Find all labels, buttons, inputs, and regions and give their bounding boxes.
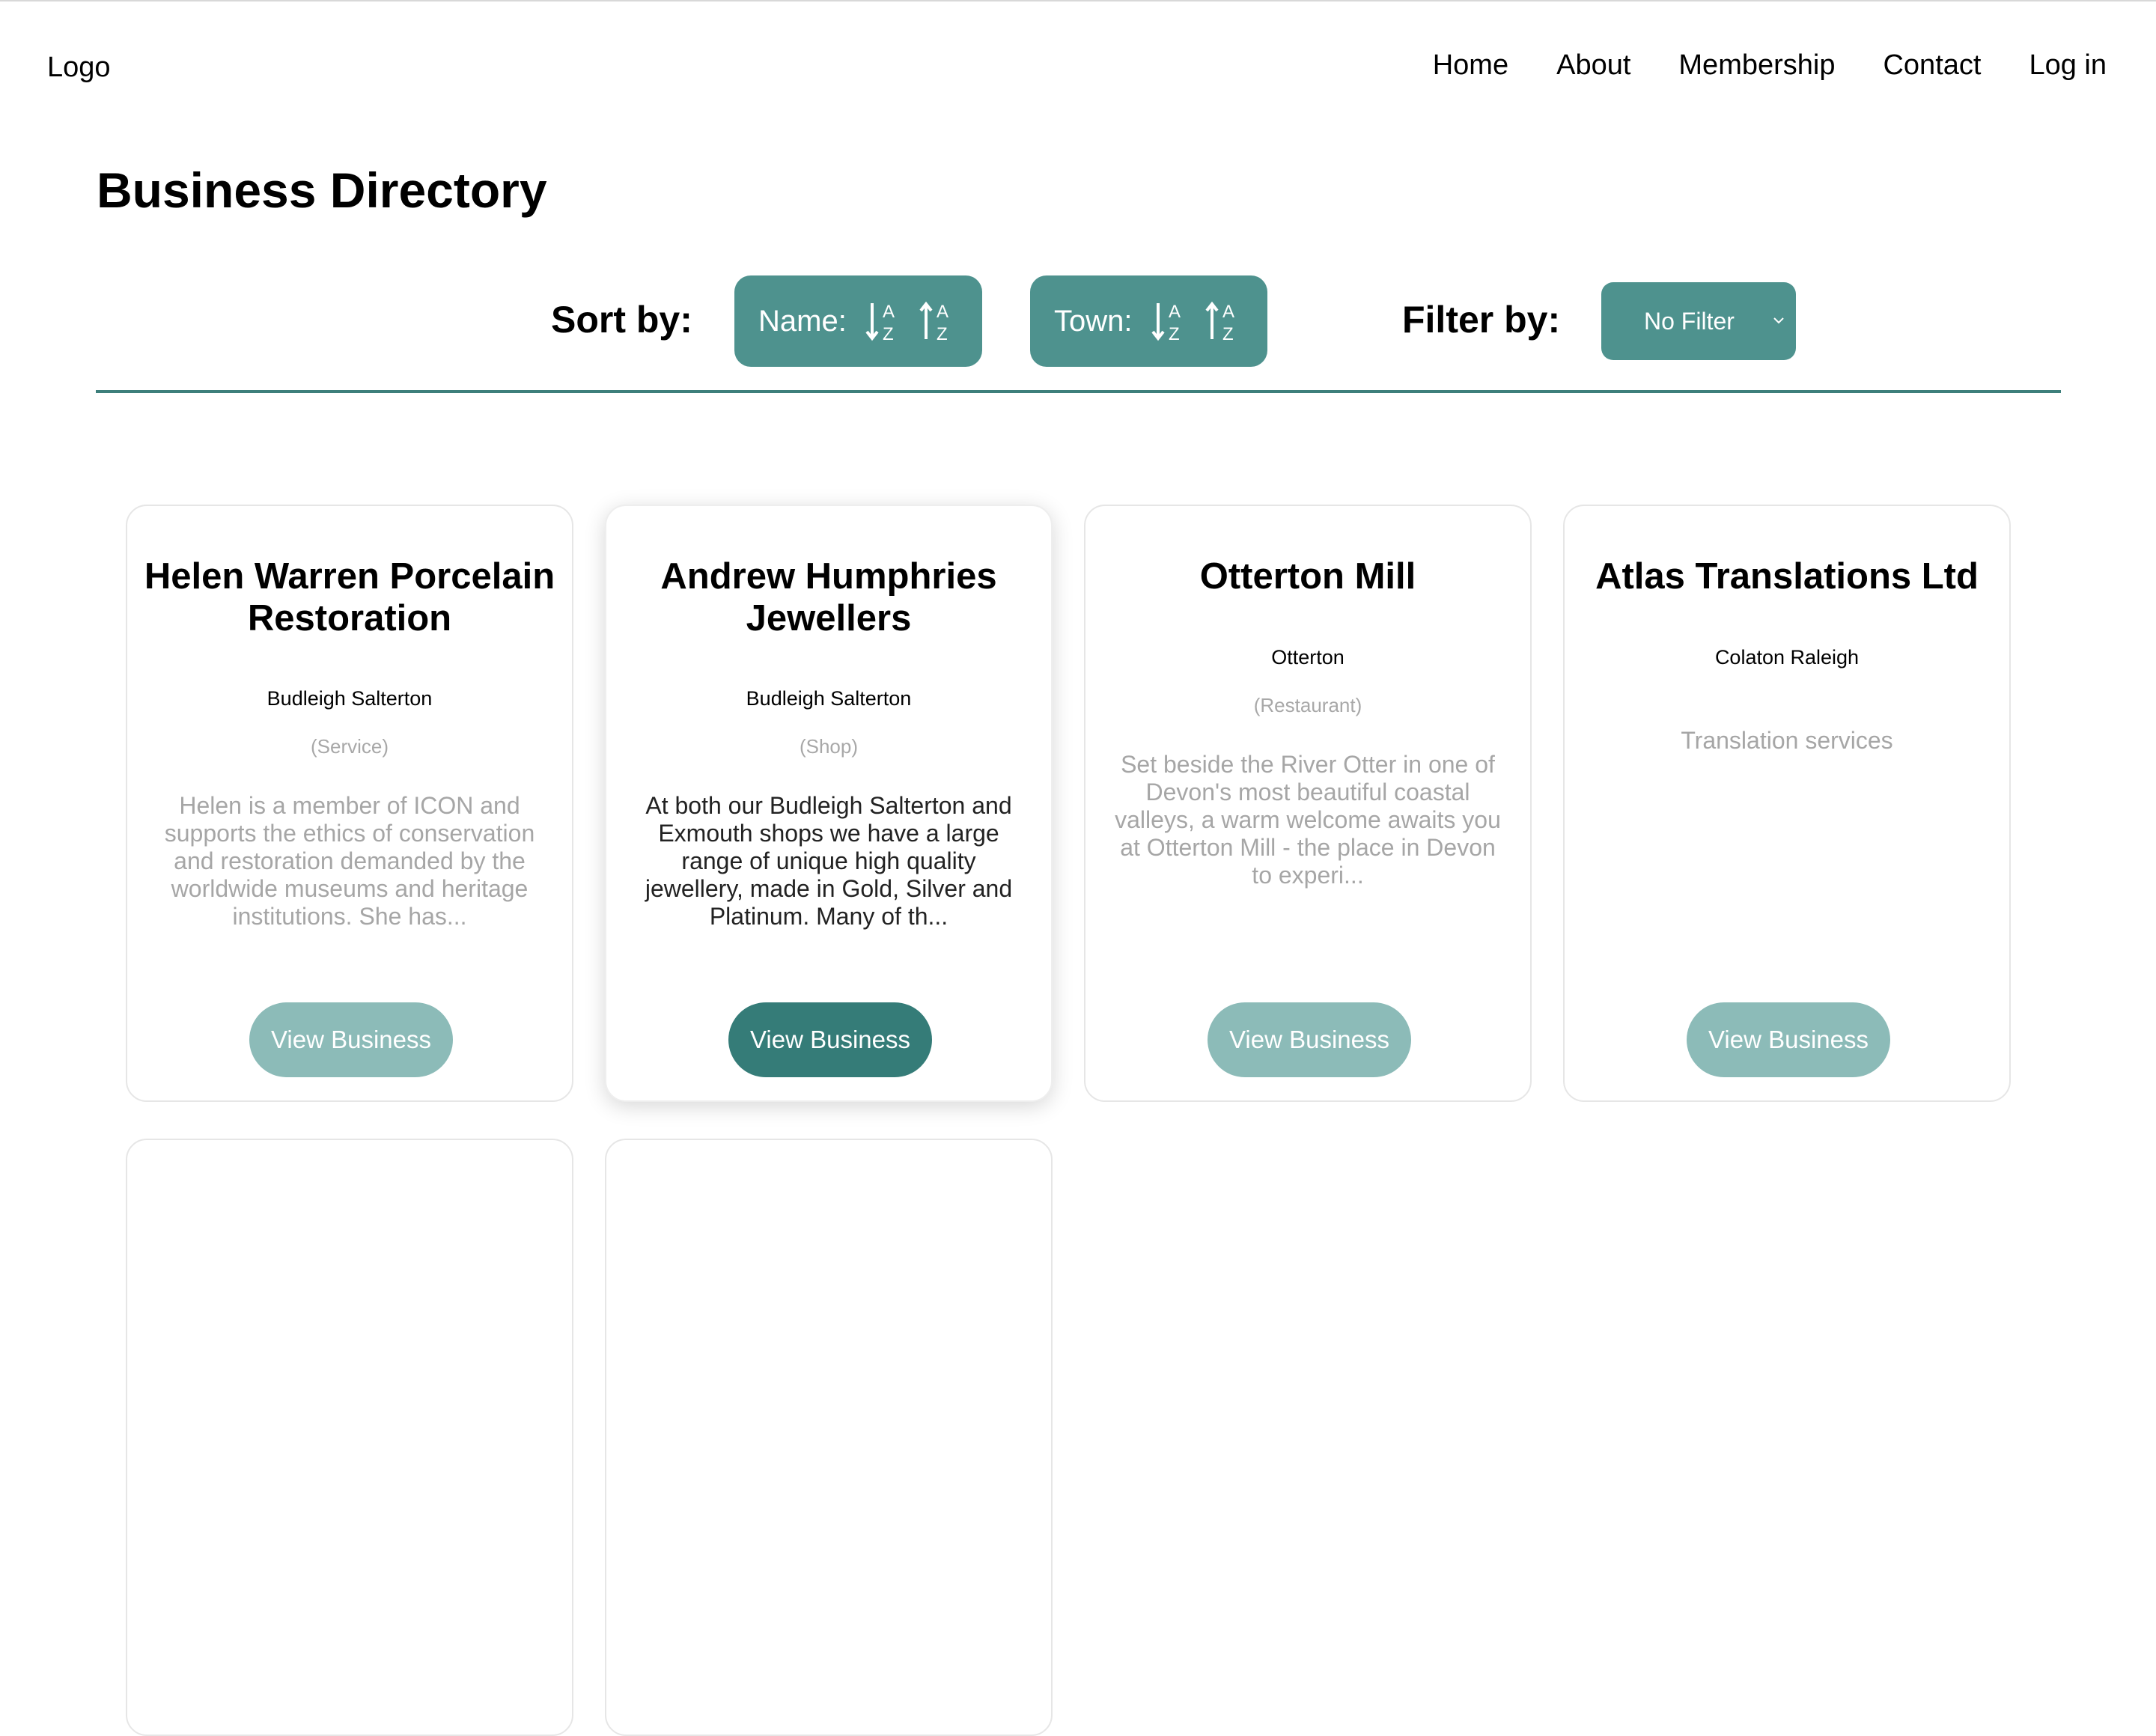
nav-membership[interactable]: Membership <box>1678 49 1835 82</box>
business-card: Atlas Translations Ltd Colaton Raleigh T… <box>1563 505 2011 1102</box>
business-name: Otterton Mill <box>1199 556 1416 597</box>
sort-name-label: Name: <box>758 305 847 338</box>
svg-text:Z: Z <box>937 324 948 344</box>
svg-text:A: A <box>883 302 895 322</box>
nav-home[interactable]: Home <box>1433 49 1508 82</box>
page-title: Business Directory <box>97 162 547 218</box>
business-card: Andrew Humphries Jewellers Budleigh Salt… <box>605 505 1053 1102</box>
main-nav: Home About Membership Contact Log in <box>1433 49 2107 82</box>
nav-about[interactable]: About <box>1556 49 1630 82</box>
sort-town-label: Town: <box>1054 305 1133 338</box>
business-town: Budleigh Salterton <box>267 687 433 710</box>
business-card <box>126 1139 573 1736</box>
view-business-button[interactable]: View Business <box>249 1002 453 1077</box>
sort-descending-az-icon[interactable]: A Z <box>1205 299 1240 344</box>
business-town: Otterton <box>1271 646 1345 668</box>
business-category: (Service) <box>310 735 389 758</box>
filter-select[interactable]: No Filter <box>1601 282 1796 360</box>
logo[interactable]: Logo <box>47 49 111 85</box>
business-description: Translation services <box>1681 727 1893 754</box>
filter-label: Filter by: <box>1402 299 1561 341</box>
business-town: Budleigh Salterton <box>746 687 912 710</box>
svg-text:A: A <box>937 302 948 322</box>
sort-label: Sort by: <box>551 299 692 341</box>
nav-contact[interactable]: Contact <box>1883 49 1981 82</box>
nav-login[interactable]: Log in <box>2029 49 2107 82</box>
svg-text:A: A <box>1169 302 1181 322</box>
business-description: Set beside the River Otter in one of Dev… <box>1115 751 1501 889</box>
view-business-button[interactable]: View Business <box>1208 1002 1411 1077</box>
filter-selected-value: No Filter <box>1644 308 1735 335</box>
business-description: Helen is a member of ICON and supports t… <box>164 792 535 930</box>
svg-text:Z: Z <box>883 324 894 344</box>
business-card: Helen Warren Porcelain Restoration Budle… <box>126 505 573 1102</box>
business-category: (Shop) <box>799 735 859 758</box>
svg-text:Z: Z <box>1222 324 1234 344</box>
view-business-button[interactable]: View Business <box>1687 1002 1890 1077</box>
business-town: Colaton Raleigh <box>1714 646 1860 668</box>
divider <box>96 390 2061 393</box>
business-name: Atlas Translations Ltd <box>1595 556 1979 597</box>
business-category: (Restaurant) <box>1253 694 1362 716</box>
business-card: Otterton Mill Otterton (Restaurant) Set … <box>1084 505 1532 1102</box>
sort-by-town-control: Town: A Z A Z <box>1030 275 1267 367</box>
sort-ascending-az-icon[interactable]: A Z <box>865 299 901 344</box>
sort-ascending-az-icon[interactable]: A Z <box>1151 299 1187 344</box>
business-description: At both our Budleigh Salterton and Exmou… <box>645 792 1013 930</box>
business-card <box>605 1139 1053 1736</box>
chevron-down-icon <box>1773 317 1784 324</box>
sort-descending-az-icon[interactable]: A Z <box>919 299 954 344</box>
svg-text:A: A <box>1222 302 1234 322</box>
business-name: Helen Warren Porcelain Restoration <box>144 556 555 639</box>
svg-text:Z: Z <box>1169 324 1180 344</box>
business-name: Andrew Humphries Jewellers <box>660 556 997 639</box>
sort-by-name-control: Name: A Z A Z <box>734 275 982 367</box>
view-business-button[interactable]: View Business <box>728 1002 932 1077</box>
